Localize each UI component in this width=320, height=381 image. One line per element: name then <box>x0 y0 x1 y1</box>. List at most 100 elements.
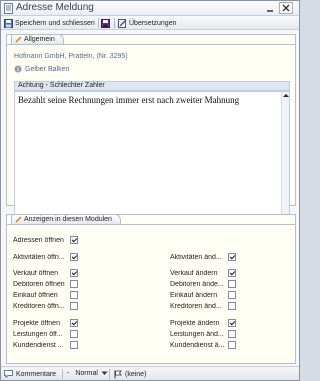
comments-button[interactable]: Kommentare <box>4 370 56 378</box>
module-checkbox[interactable] <box>228 280 236 288</box>
module-label: Projekte ändern <box>170 319 220 327</box>
module-label: Aktivitäten öffn... <box>13 253 65 261</box>
module-label: Aktivitäten änd... <box>170 253 222 261</box>
module-label: Kundendienst ä... <box>170 341 225 349</box>
module-row: Einkauf öffnen <box>13 290 69 300</box>
module-checkbox[interactable] <box>228 341 236 349</box>
toolbar: Speichern und schliessen Übersetzungen <box>1 16 299 30</box>
translations-button[interactable]: Übersetzungen <box>118 17 176 29</box>
toolbar-separator <box>114 18 115 28</box>
modules-panel: Anzeigen in diesen Modulen Adressen öffn… <box>6 214 296 364</box>
title-bar: Adresse Meldung <box>1 1 299 16</box>
module-checkbox[interactable] <box>228 302 236 310</box>
tab-modules[interactable]: Anzeigen in diesen Modulen <box>11 214 121 224</box>
priority-dropdown[interactable]: - Normal <box>67 370 108 377</box>
pencil-icon <box>15 36 22 43</box>
document-icon <box>4 3 13 14</box>
module-label: Debitoren öffnen <box>13 280 65 288</box>
module-row: Verkauf ändern <box>170 268 226 278</box>
module-row: Kreditoren änd... <box>170 301 226 311</box>
module-row: Aktivitäten änd... <box>170 252 226 262</box>
module-row: Aktivitäten öffn... <box>13 252 69 262</box>
note-title-field[interactable]: Achtung - Schlechter Zahler <box>14 81 290 91</box>
general-panel: Allgemein Hofmann GmbH, Pratteln, (Nr. 3… <box>6 34 296 229</box>
company-name: Hofmann GmbH, Pratteln, (Nr. 3295) <box>14 53 128 60</box>
close-button[interactable] <box>279 2 293 14</box>
edit-icon <box>118 18 127 28</box>
vertical-scrollbar[interactable] <box>281 92 289 228</box>
module-checkbox[interactable] <box>228 253 236 261</box>
info-icon <box>14 65 22 73</box>
module-label: Kundendienst ... <box>13 341 64 349</box>
module-row: Kreditoren öffn... <box>13 301 69 311</box>
module-checkbox[interactable] <box>70 253 78 261</box>
statusbar-separator <box>62 369 63 379</box>
comment-icon <box>4 370 13 378</box>
module-label: Verkauf ändern <box>170 269 218 277</box>
pencil-icon <box>15 216 22 223</box>
module-label: Leistungen änd... <box>170 330 224 338</box>
module-checkbox[interactable] <box>70 236 78 244</box>
module-row: Projekte ändern <box>170 318 226 328</box>
close-icon <box>282 4 290 12</box>
module-row: Einkauf ändern <box>170 290 226 300</box>
scroll-up-icon[interactable] <box>283 94 289 97</box>
module-row: Kundendienst ... <box>13 340 69 350</box>
module-row: Projekte öffnen <box>13 318 69 328</box>
statusbar-separator <box>109 369 110 379</box>
module-checkbox[interactable] <box>70 341 78 349</box>
module-checkbox[interactable] <box>228 319 236 327</box>
module-label: Kreditoren änd... <box>170 302 222 310</box>
minimize-button[interactable] <box>263 2 277 14</box>
module-label: Adressen öffnen <box>13 236 64 244</box>
module-row: Leistungen änd... <box>170 329 226 339</box>
flag-icon <box>114 370 122 379</box>
comments-label: Kommentare <box>16 370 57 378</box>
save-button[interactable] <box>101 17 110 29</box>
floppy-disk-icon <box>101 18 110 28</box>
module-checkbox[interactable] <box>228 330 236 338</box>
module-row: Verkauf öffnen <box>13 268 69 278</box>
module-label: Verkauf öffnen <box>13 269 59 277</box>
module-row: Leistungen öff... <box>13 329 69 339</box>
module-label: Leistungen öff... <box>13 330 63 338</box>
toolbar-separator <box>98 18 99 28</box>
module-checkbox[interactable] <box>70 280 78 288</box>
dialog-window: Adresse Meldung Speichern und schliessen <box>0 0 300 381</box>
module-checkbox[interactable] <box>228 269 236 277</box>
save-close-label: Speichern und schliessen <box>15 19 95 27</box>
save-close-button[interactable]: Speichern und schliessen <box>4 17 95 29</box>
module-row: Kundendienst ä... <box>170 340 226 350</box>
module-checkbox[interactable] <box>228 291 236 299</box>
module-label: Einkauf ändern <box>170 291 218 299</box>
module-checkbox[interactable] <box>70 291 78 299</box>
flag-dropdown[interactable]: (keine) <box>114 370 146 379</box>
note-text: Bezahlt seine Rechnungen immer erst nach… <box>18 95 240 105</box>
translations-label: Übersetzungen <box>129 19 177 27</box>
status-bar: Kommentare - Normal (keine) <box>1 366 299 380</box>
dash-icon: - <box>67 370 70 377</box>
module-label: Kreditoren öffn... <box>13 302 65 310</box>
tab-general-label: Allgemein <box>24 36 55 43</box>
save-close-icon <box>4 18 13 28</box>
status-text: Gelber Balken <box>25 65 70 73</box>
note-textarea[interactable]: Bezahlt seine Rechnungen immer erst nach… <box>14 91 290 229</box>
module-row: Adressen öffnen <box>13 235 69 245</box>
window-title: Adresse Meldung <box>16 2 94 13</box>
module-label: Debitoren ände... <box>170 280 224 288</box>
tab-modules-label: Anzeigen in diesen Modulen <box>24 216 112 223</box>
module-label: Projekte öffnen <box>13 319 60 327</box>
module-checkbox[interactable] <box>70 269 78 277</box>
chevron-down-icon <box>101 371 108 375</box>
module-row: Debitoren öffnen <box>13 279 69 289</box>
panel-divider <box>7 44 295 45</box>
tab-general[interactable]: Allgemein <box>11 34 64 44</box>
module-label: Einkauf öffnen <box>13 291 58 299</box>
module-checkbox[interactable] <box>70 330 78 338</box>
module-checkbox[interactable] <box>70 302 78 310</box>
module-checkbox[interactable] <box>70 319 78 327</box>
priority-label: Normal <box>75 370 98 377</box>
panel-divider <box>7 224 295 225</box>
flag-label: (keine) <box>125 371 147 378</box>
minimize-icon <box>267 10 273 12</box>
